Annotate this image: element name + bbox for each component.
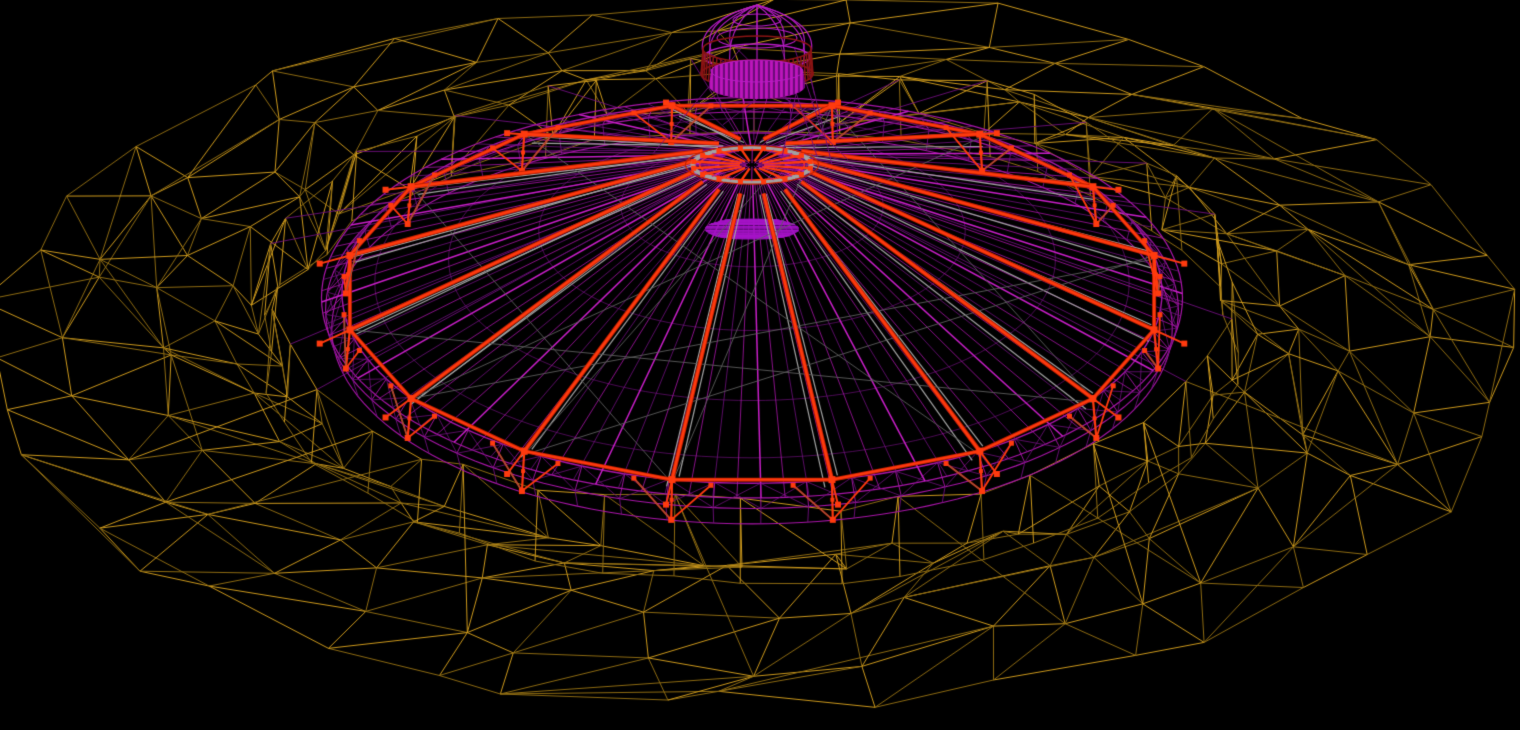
wireframe-3d-canvas[interactable] xyxy=(0,0,1520,730)
wireframe-viewport xyxy=(0,0,1520,730)
